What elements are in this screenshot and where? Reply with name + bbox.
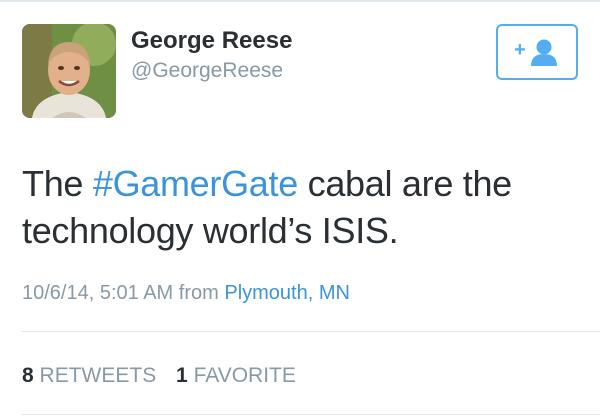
tweet-text: The #GamerGate cabal are the technology …: [22, 160, 582, 254]
plus-glyph: +: [514, 39, 526, 61]
retweets-stat[interactable]: 8 RETWEETS: [22, 364, 156, 387]
follow-button[interactable]: +: [496, 24, 578, 80]
retweets-label: RETWEETS: [39, 364, 157, 387]
location-link[interactable]: Plymouth, MN: [224, 282, 350, 304]
tweet-header: George Reese @GeorgeReese +: [22, 24, 578, 120]
display-name[interactable]: George Reese: [131, 26, 292, 56]
favorites-label: FAVORITE: [193, 364, 296, 387]
avatar-photo: [22, 24, 116, 118]
divider: [22, 331, 600, 332]
tweet-stats: 8 RETWEETS 1 FAVORITE: [22, 363, 310, 389]
timestamp[interactable]: 10/6/14, 5:01 AM: [22, 282, 173, 304]
add-user-icon: +: [514, 39, 557, 66]
user-handle[interactable]: @GeorgeReese: [131, 57, 292, 85]
hashtag-link[interactable]: #GamerGate: [93, 163, 298, 204]
top-divider: [0, 0, 600, 2]
tweet-meta: 10/6/14, 5:01 AM from Plymouth, MN: [22, 280, 350, 306]
user-names: George Reese @GeorgeReese: [131, 26, 292, 85]
tweet-text-before: The: [22, 163, 93, 204]
retweets-count: 8: [22, 364, 34, 387]
favorites-count: 1: [176, 364, 188, 387]
divider: [22, 414, 600, 415]
avatar[interactable]: [22, 24, 116, 118]
from-label: from: [178, 282, 219, 304]
favorites-stat[interactable]: 1 FAVORITE: [176, 364, 296, 387]
